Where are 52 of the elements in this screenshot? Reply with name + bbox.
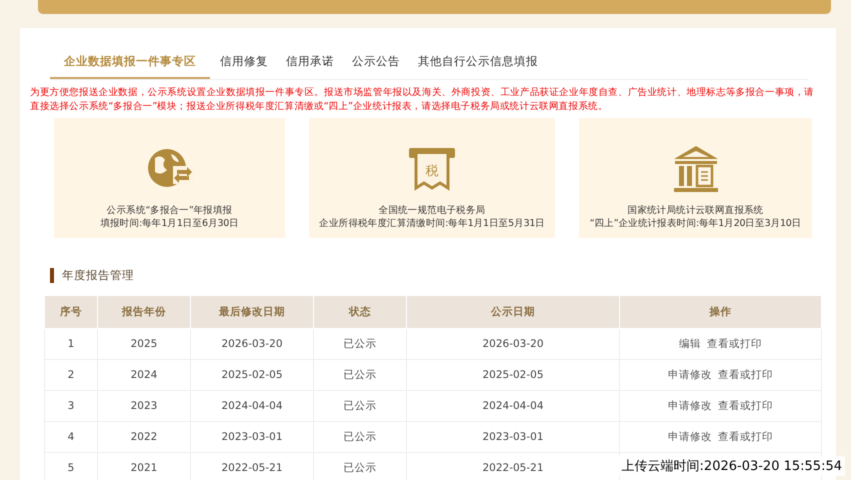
action-link[interactable]: 查看或打印 xyxy=(718,399,773,413)
action-link[interactable]: 编辑 xyxy=(679,337,701,351)
table-cell: 4 xyxy=(44,422,98,452)
entry-period: “四上”企业统计报表时间:每年1月20日至3月10日 xyxy=(590,217,802,230)
section-marker xyxy=(50,268,54,283)
tab[interactable]: 公示公告 xyxy=(344,48,408,79)
tab[interactable]: 其他自行公示信息填报 xyxy=(410,48,546,79)
entry-card[interactable]: 公示系统“多报合一”年报填报 填报时间:每年1月1日至6月30日 xyxy=(54,118,285,238)
tab[interactable]: 信用修复 xyxy=(212,48,276,79)
table-cell: 2025-02-05 xyxy=(406,360,620,390)
table-cell: 2024 xyxy=(98,360,190,390)
table-cell: 2022 xyxy=(98,422,190,452)
action-link[interactable]: 申请修改 xyxy=(668,368,712,382)
action-link[interactable]: 申请修改 xyxy=(668,430,712,444)
column-header: 操作 xyxy=(620,296,822,328)
entry-period: 企业所得税年度汇算清缴时间:每年1月1日至5月31日 xyxy=(319,217,545,230)
column-header: 状态 xyxy=(314,296,406,328)
entry-title: 公示系统“多报合一”年报填报 xyxy=(106,204,232,217)
table-cell: 2023-03-01 xyxy=(190,422,314,452)
table-cell: 2 xyxy=(44,360,98,390)
table-cell: 2025-02-05 xyxy=(190,360,314,390)
table-cell: 3 xyxy=(44,390,98,422)
table-cell: 2023-03-01 xyxy=(406,422,620,452)
table-cell: 已公示 xyxy=(314,422,406,452)
table-cell: 1 xyxy=(44,328,98,360)
column-header: 最后修改日期 xyxy=(190,296,314,328)
action-link[interactable]: 查看或打印 xyxy=(718,368,773,382)
column-header: 报告年份 xyxy=(98,296,190,328)
table-cell: 已公示 xyxy=(314,360,406,390)
entry-title: 国家统计局统计云联网直报系统 xyxy=(628,204,764,217)
column-header: 序号 xyxy=(44,296,98,328)
table-cell: 已公示 xyxy=(314,328,406,360)
notice-text: 为更方便您报送企业数据，公示系统设置企业数据填报一件事专区。报送市场监管年报以及海关、外商投资、工业产品获证企业年度自查、广告业统计、地理标志等多报合一事项，请直接选择公示系统“多报合一”模块；报送企业所得税年度汇算清缴或“四上”企业统计报表，请选择电子税务局或统计云联网直报系统。 xyxy=(30,86,816,114)
section-title: 年度报告管理 xyxy=(62,268,134,283)
action-link[interactable]: 查看或打印 xyxy=(707,337,762,351)
table-cell: 已公示 xyxy=(314,390,406,422)
entry-card[interactable]: 税 全国统一规范电子税务局 企业所得税年度汇算清缴时间:每年1月1日至5月31日 xyxy=(309,118,555,238)
entry-title: 全国统一规范电子税务局 xyxy=(378,204,486,217)
table-cell: 2025 xyxy=(98,328,190,360)
table-cell: 2024-04-04 xyxy=(190,390,314,422)
entry-card[interactable]: 国家统计局统计云联网直报系统 “四上”企业统计报表时间:每年1月20日至3月10日 xyxy=(579,118,812,238)
action-link[interactable]: 申请修改 xyxy=(668,399,712,413)
table-cell: 5 xyxy=(44,452,98,480)
table-cell: 2023 xyxy=(98,390,190,422)
table-cell: 2026-03-20 xyxy=(190,328,314,360)
upload-timestamp: 上传云端时间:2026-03-20 15:55:54 xyxy=(618,456,845,476)
action-link[interactable]: 查看或打印 xyxy=(718,430,773,444)
entry-period: 填报时间:每年1月1日至6月30日 xyxy=(100,217,239,230)
tab[interactable]: 信用承诺 xyxy=(278,48,342,79)
table-cell: 2024-04-04 xyxy=(406,390,620,422)
table-cell: 2026-03-20 xyxy=(406,328,620,360)
column-header: 公示日期 xyxy=(406,296,620,328)
